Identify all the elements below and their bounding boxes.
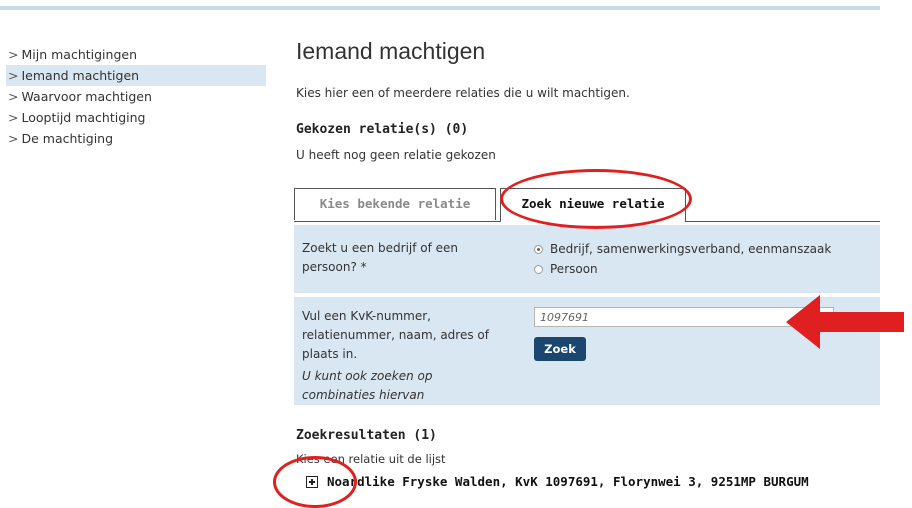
result-item-label: Noardlike Fryske Walden, KvK 1097691, Fl… bbox=[327, 474, 809, 489]
search-hint: U kunt ook zoeken op combinaties hiervan bbox=[302, 369, 433, 402]
sidebar-item-label: Iemand machtigen bbox=[21, 68, 140, 83]
page-title: Iemand machtigen bbox=[296, 38, 486, 64]
results-note: Kies een relatie uit de lijst bbox=[296, 452, 446, 466]
search-input[interactable] bbox=[534, 307, 834, 327]
option-label: Bedrijf, samenwerkingsverband, eenmansza… bbox=[550, 242, 832, 256]
header-divider bbox=[0, 6, 880, 10]
type-question-label: Zoekt u een bedrijf of een persoon? * bbox=[302, 241, 459, 274]
sidebar-item-mijn-machtigingen[interactable]: > Mijn machtigingen bbox=[6, 44, 266, 65]
chevron-right-icon: > bbox=[8, 47, 19, 62]
relation-tabs: Kies bekende relatie Zoek nieuwe relatie bbox=[294, 188, 880, 222]
chevron-right-icon: > bbox=[8, 68, 19, 83]
option-persoon[interactable]: Persoon bbox=[534, 262, 598, 276]
option-label: Persoon bbox=[550, 262, 598, 276]
search-row: Vul een KvK-nummer, relatienummer, naam,… bbox=[294, 297, 880, 405]
tab-zoek-nieuwe-relatie[interactable]: Zoek nieuwe relatie bbox=[500, 188, 686, 222]
chosen-relations-note: U heeft nog geen relatie gekozen bbox=[296, 148, 496, 162]
sidebar-item-label: Looptijd machtiging bbox=[21, 110, 146, 125]
chosen-relations-heading: Gekozen relatie(s) (0) bbox=[296, 122, 469, 137]
zoek-button[interactable]: Zoek bbox=[534, 337, 586, 361]
sidebar-item-label: Waarvoor machtigen bbox=[21, 89, 152, 104]
sidebar-item-de-machtiging[interactable]: > De machtiging bbox=[6, 128, 266, 149]
search-form-panel: Zoekt u een bedrijf of een persoon? * Be… bbox=[294, 225, 880, 405]
option-bedrijf[interactable]: Bedrijf, samenwerkingsverband, eenmansza… bbox=[534, 242, 831, 256]
sidebar-item-label: Mijn machtigingen bbox=[21, 47, 137, 62]
chevron-right-icon: > bbox=[8, 131, 19, 146]
tab-kies-bekende-relatie[interactable]: Kies bekende relatie bbox=[294, 188, 496, 220]
sidebar-item-label: De machtiging bbox=[21, 131, 114, 146]
radio-button-checked[interactable] bbox=[534, 244, 543, 254]
result-item[interactable]: Noardlike Fryske Walden, KvK 1097691, Fl… bbox=[306, 474, 809, 489]
sidebar-item-waarvoor-machtigen[interactable]: > Waarvoor machtigen bbox=[6, 86, 266, 107]
results-heading: Zoekresultaten (1) bbox=[296, 428, 437, 443]
intro-text: Kies hier een of meerdere relaties die u… bbox=[296, 86, 630, 100]
sidebar-nav: > Mijn machtigingen > Iemand machtigen > Wa… bbox=[6, 44, 266, 149]
sidebar-item-looptijd-machtiging[interactable]: > Looptijd machtiging bbox=[6, 107, 266, 128]
sidebar-item-iemand-machtigen[interactable]: > Iemand machtigen bbox=[6, 65, 266, 86]
chevron-right-icon: > bbox=[8, 110, 19, 125]
type-question-row: Zoekt u een bedrijf of een persoon? * Be… bbox=[294, 225, 880, 293]
search-label: Vul een KvK-nummer, relatienummer, naam,… bbox=[302, 309, 489, 361]
radio-button[interactable] bbox=[534, 264, 543, 274]
expand-plus-icon[interactable] bbox=[306, 475, 318, 488]
chevron-right-icon: > bbox=[8, 89, 19, 104]
